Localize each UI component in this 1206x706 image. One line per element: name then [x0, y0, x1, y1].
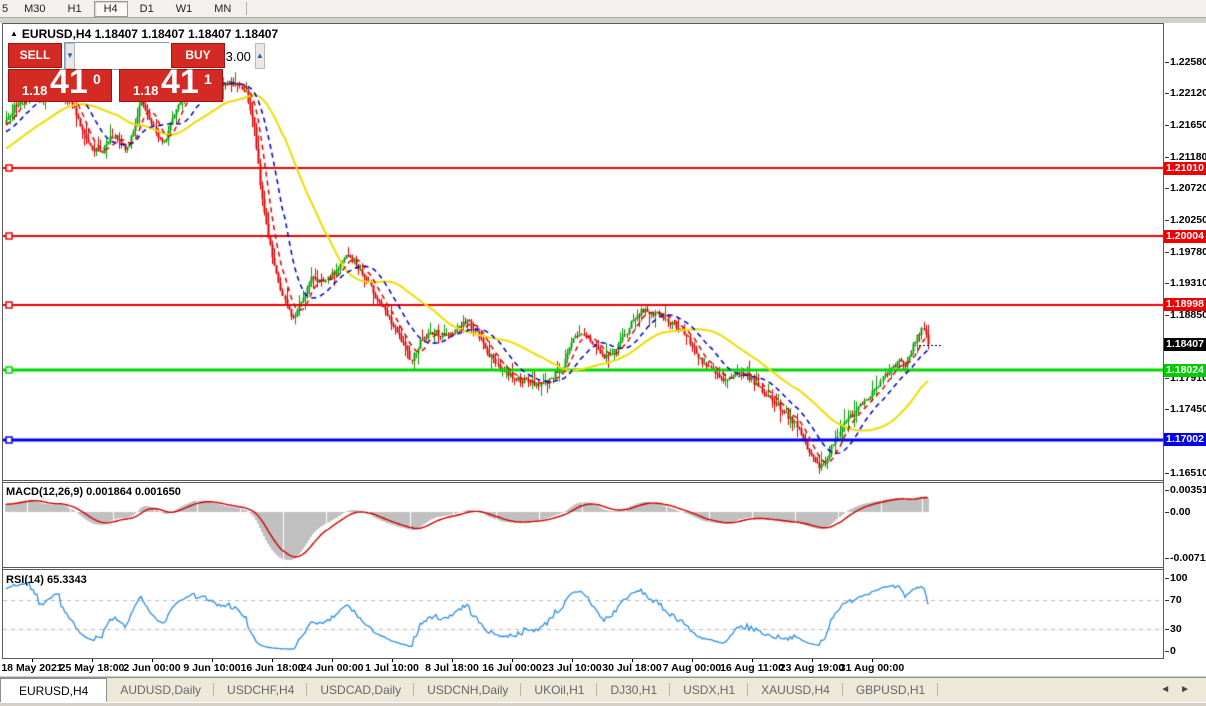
level-price-label: 1.20004: [1164, 230, 1206, 243]
date-tick-label: 16 Aug 11:00: [720, 662, 784, 674]
date-tick-label: 23 Jul 10:00: [542, 662, 602, 674]
chart-tab-gbpusd[interactable]: GBPUSD,H1: [843, 678, 938, 702]
level-price-label: 1.18998: [1164, 298, 1206, 311]
chart-tab-xauusd[interactable]: XAUUSD,H4: [748, 678, 843, 702]
price-tick-label: 1.20250: [1170, 214, 1206, 226]
date-tick-label: 25 May 18:00: [60, 662, 125, 674]
level-price-label: 1.18024: [1164, 364, 1206, 377]
toolbar-separator: [246, 2, 247, 15]
level-price-label: 1.21010: [1164, 162, 1206, 175]
date-tick-mark: [512, 659, 513, 662]
chart-tab-usdcnh[interactable]: USDCNH,Daily: [414, 678, 521, 702]
timeframe-button-h1[interactable]: H1: [58, 1, 92, 17]
timeframe-button-m30[interactable]: M30: [14, 1, 55, 17]
macd-axis-label: -0.007178: [1170, 552, 1206, 564]
chart-tab-eurusd[interactable]: EURUSD,H4: [0, 678, 107, 702]
buy-price-display[interactable]: 1.18 41 1: [119, 69, 223, 102]
price-axis: 1.225801.221201.216501.211801.207201.202…: [1164, 23, 1206, 676]
tab-scroll-right-icon[interactable]: ►: [1180, 684, 1200, 695]
buy-price-big: 41: [161, 63, 199, 102]
current-price-label: 1.18407: [1164, 338, 1206, 351]
date-axis: 18 May 202125 May 18:002 Jun 00:009 Jun …: [0, 660, 1164, 676]
timeframe-button-mn[interactable]: MN: [204, 1, 241, 17]
timeframe-button-h4[interactable]: H4: [94, 1, 128, 17]
macd-axis-label: 0.003515: [1170, 484, 1206, 496]
date-tick-label: 31 Aug 00:00: [840, 662, 904, 674]
price-tick-label: 1.16510: [1170, 467, 1206, 479]
date-tick-mark: [392, 659, 393, 662]
price-tick-label: 1.22580: [1170, 56, 1206, 68]
price-tick-label: 1.22120: [1170, 87, 1206, 99]
date-tick-mark: [752, 659, 753, 662]
chart-tab-ukoil[interactable]: UKOil,H1: [521, 678, 597, 702]
date-tick-mark: [872, 659, 873, 662]
date-tick-mark: [92, 659, 93, 662]
date-tick-label: 9 Jun 10:00: [183, 662, 240, 674]
date-tick-mark: [332, 659, 333, 662]
timeframe-button-d1[interactable]: D1: [130, 1, 164, 17]
timeframe-toolbar: 5M30H1H4D1W1MN: [0, 0, 1206, 18]
rsi-axis-label: 30: [1170, 623, 1182, 635]
date-tick-label: 24 Jun 00:00: [300, 662, 363, 674]
macd-axis-label: 0.00: [1170, 506, 1190, 518]
date-tick-label: 7 Aug 00:00: [663, 662, 722, 674]
price-tick-label: 1.20720: [1170, 182, 1206, 194]
mt4-window: 5M30H1H4D1W1MN ▲ EURUSD,H4 1.18407 1.1840…: [0, 0, 1206, 706]
date-tick-mark: [272, 659, 273, 662]
rsi-axis-label: 0: [1170, 645, 1176, 657]
chart-tabbar: EURUSD,H4AUDUSD,DailyUSDCHF,H4USDCAD,Dai…: [0, 678, 1206, 702]
date-tick-label: 18 May 2021: [1, 662, 62, 674]
chart-tab-audusd[interactable]: AUDUSD,Daily: [107, 678, 214, 702]
sell-price-sup: 0: [93, 71, 101, 87]
buy-price-small: 1.18: [133, 83, 158, 98]
date-tick-mark: [632, 659, 633, 662]
price-tick-label: 1.19780: [1170, 246, 1206, 258]
chart-tab-usdcad[interactable]: USDCAD,Daily: [307, 678, 414, 702]
date-tick-mark: [692, 659, 693, 662]
chart-tab-usdchf[interactable]: USDCHF,H4: [214, 678, 307, 702]
sell-price-small: 1.18: [22, 83, 47, 98]
date-tick-mark: [452, 659, 453, 662]
date-tick-mark: [572, 659, 573, 662]
chart-tab-usdx[interactable]: USDX,H1: [670, 678, 748, 702]
date-tick-mark: [32, 659, 33, 662]
sell-price-big: 41: [50, 63, 88, 102]
statusbar-strip: [0, 702, 1206, 706]
volume-increase-button[interactable]: ▲: [255, 43, 265, 69]
macd-label: MACD(12,26,9) 0.001864 0.001650: [6, 486, 181, 498]
one-click-trading-panel: SELL ▼ ▲ BUY 1.18 41 0 1.18 41 1: [8, 42, 223, 102]
price-tick-label: 1.19310: [1170, 277, 1206, 289]
title-marker-icon: ▲: [10, 29, 18, 38]
date-tick-mark: [212, 659, 213, 662]
level-price-label: 1.17002: [1164, 433, 1206, 446]
chart-window: [2, 23, 1164, 659]
date-tick-label: 8 Jul 18:00: [425, 662, 479, 674]
timeframe-button-w1[interactable]: W1: [166, 1, 203, 17]
tab-scroll-arrows: ◄►: [1160, 684, 1200, 695]
date-tick-label: 23 Aug 19:00: [780, 662, 844, 674]
rsi-axis-label: 70: [1170, 594, 1182, 606]
rsi-indicator-canvas[interactable]: [3, 570, 1163, 658]
chart-title: ▲ EURUSD,H4 1.18407 1.18407 1.18407 1.184…: [10, 27, 278, 41]
price-tick-label: 1.21650: [1170, 119, 1206, 131]
rsi-axis-label: 100: [1170, 572, 1188, 584]
date-tick-mark: [152, 659, 153, 662]
date-tick-label: 1 Jul 10:00: [365, 662, 419, 674]
date-tick-label: 30 Jul 18:00: [602, 662, 662, 674]
timeframe-button-5[interactable]: 5: [1, 1, 12, 17]
date-tick-label: 16 Jul 00:00: [482, 662, 542, 674]
tab-separator: [937, 683, 938, 696]
sell-price-display[interactable]: 1.18 41 0: [8, 69, 112, 102]
chart-tab-dj30[interactable]: DJ30,H1: [597, 678, 670, 702]
chart-title-text: EURUSD,H4 1.18407 1.18407 1.18407 1.1840…: [22, 27, 278, 41]
date-tick-label: 16 Jun 18:00: [240, 662, 303, 674]
date-tick-label: 2 Jun 00:00: [123, 662, 180, 674]
tab-scroll-left-icon[interactable]: ◄: [1160, 684, 1180, 695]
buy-price-sup: 1: [204, 71, 212, 87]
rsi-label: RSI(14) 65.3343: [6, 574, 87, 586]
date-tick-mark: [812, 659, 813, 662]
price-tick-label: 1.17450: [1170, 403, 1206, 415]
